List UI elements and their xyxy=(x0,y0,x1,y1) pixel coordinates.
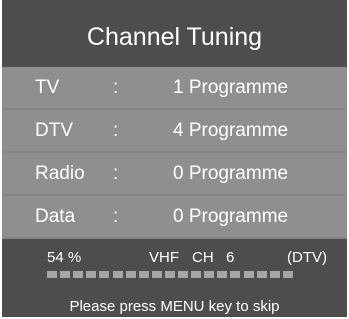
channel-label: CH xyxy=(192,249,214,266)
tuning-mode: (DTV) xyxy=(287,249,327,266)
progress-segment xyxy=(125,271,136,278)
progress-bar xyxy=(47,271,297,279)
progress-segment xyxy=(178,271,188,278)
progress-segment xyxy=(243,271,254,278)
row-label: TV xyxy=(35,77,60,98)
progress-segment xyxy=(151,271,162,278)
progress-segment xyxy=(282,271,293,278)
row-dtv: DTV : 4 Programme xyxy=(2,110,347,151)
row-value: 0 Programme xyxy=(173,206,289,227)
row-separator: : xyxy=(113,206,119,227)
row-radio: Radio : 0 Programme xyxy=(2,153,347,194)
progress-segment xyxy=(204,271,215,278)
progress-segment xyxy=(138,271,149,278)
progress-segment xyxy=(47,271,57,278)
progress-segment xyxy=(191,271,202,278)
row-data: Data : 0 Programme xyxy=(2,196,347,237)
progress-segment xyxy=(269,271,280,278)
row-value: 4 Programme xyxy=(173,120,289,141)
progress-segment xyxy=(99,271,110,278)
progress-segment xyxy=(73,271,84,278)
tuning-status: 54 % VHF CH 6 (DTV) Please press MENU ke… xyxy=(2,239,347,317)
row-label: Radio xyxy=(35,163,85,184)
row-separator: : xyxy=(113,163,119,184)
progress-segment xyxy=(164,271,175,278)
band-label: VHF xyxy=(149,249,179,266)
tuning-results-list: TV : 1 Programme DTV : 4 Programme Radio… xyxy=(2,67,347,239)
progress-segment xyxy=(86,271,97,278)
progress-segment xyxy=(256,271,267,278)
channel-number: 6 xyxy=(226,249,235,266)
channel-tuning-panel: Channel Tuning TV : 1 Programme DTV : 4 … xyxy=(2,0,347,317)
progress-segment xyxy=(60,271,71,278)
progress-segment xyxy=(217,271,228,278)
row-tv: TV : 1 Programme xyxy=(2,67,347,108)
row-label: Data xyxy=(35,206,76,227)
row-separator: : xyxy=(113,77,119,98)
skip-hint: Please press MENU key to skip xyxy=(69,298,280,315)
row-value: 0 Programme xyxy=(173,163,289,184)
progress-percent: 54 % xyxy=(47,249,82,266)
panel-title: Channel Tuning xyxy=(86,23,263,51)
progress-segment xyxy=(112,271,123,278)
progress-segment xyxy=(230,271,241,278)
row-value: 1 Programme xyxy=(173,77,289,98)
row-separator: : xyxy=(113,120,119,141)
row-label: DTV xyxy=(35,120,73,141)
